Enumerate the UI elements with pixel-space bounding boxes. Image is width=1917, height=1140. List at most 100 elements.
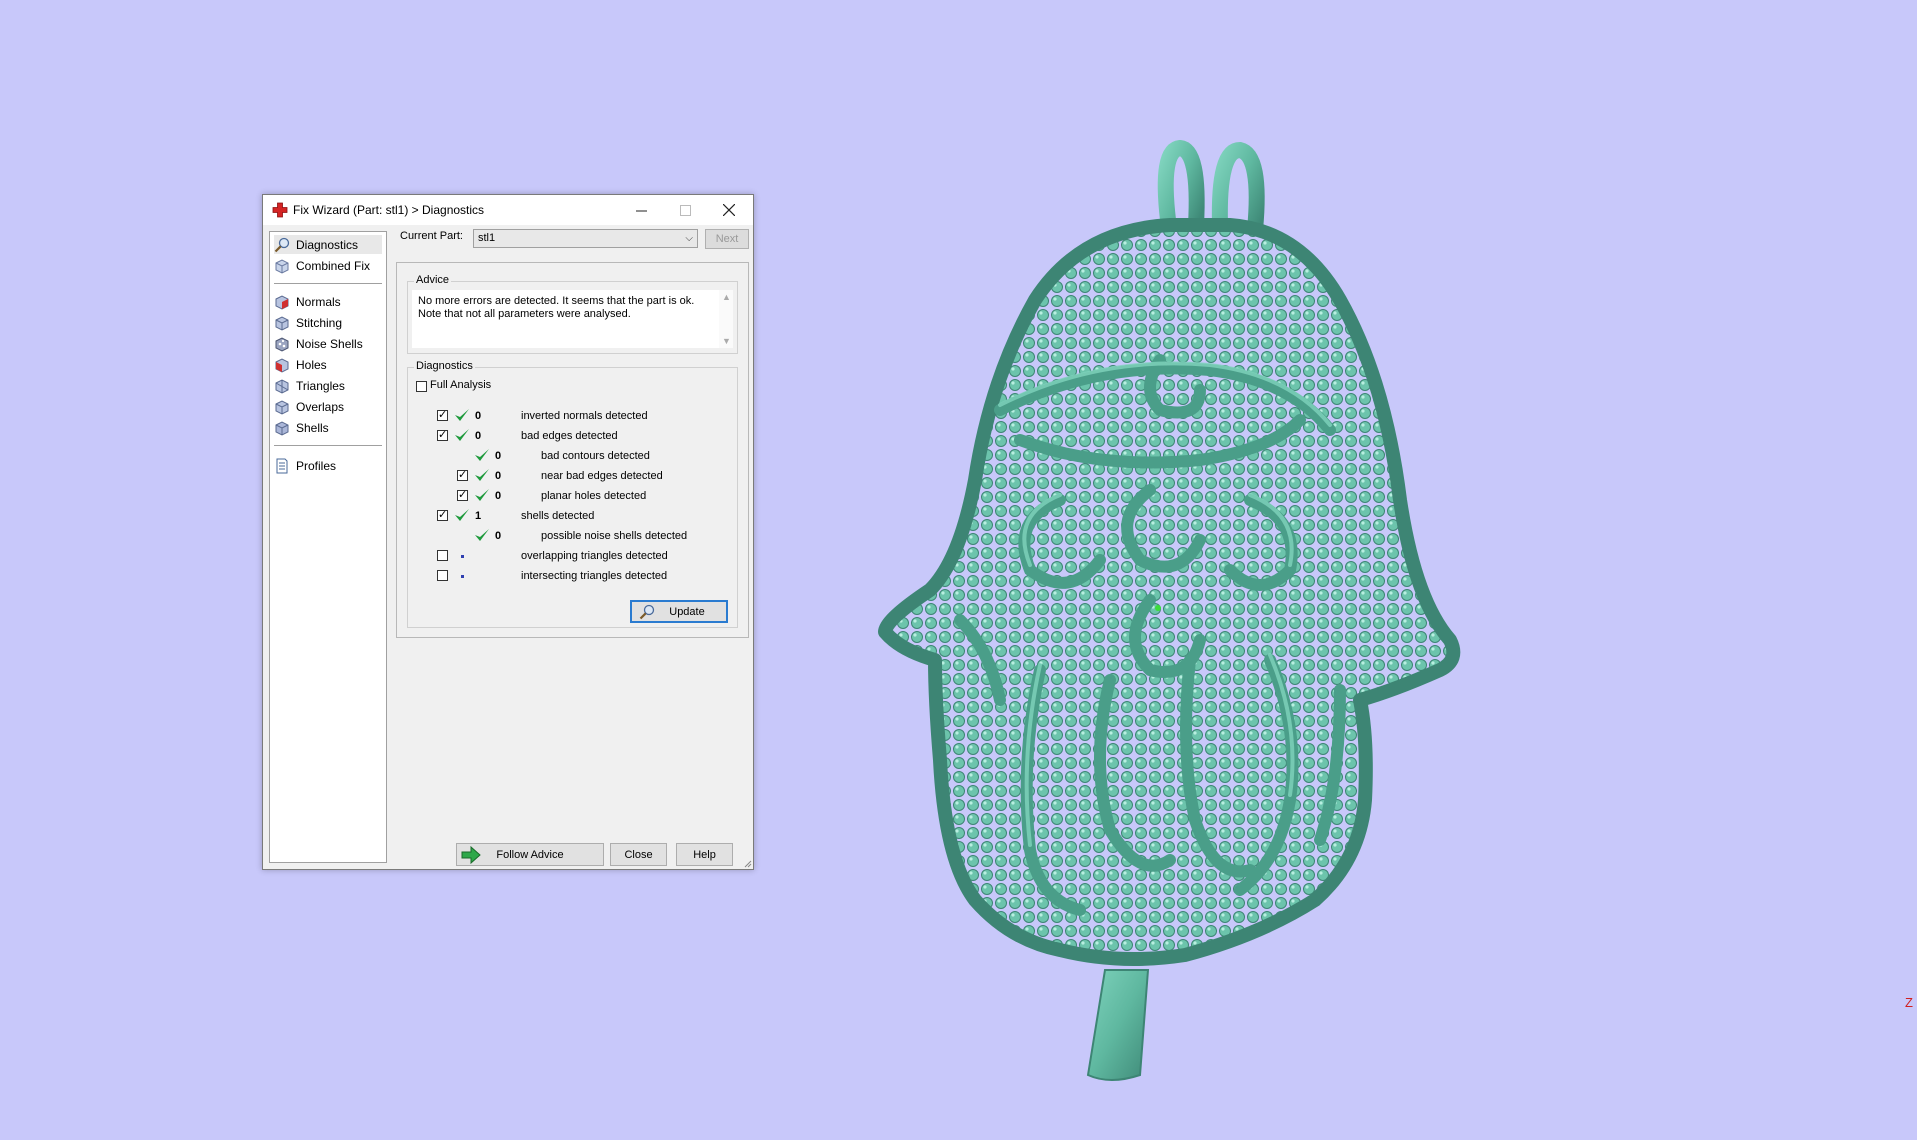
nav-item-holes[interactable]: Holes	[274, 355, 327, 374]
maximize-button[interactable]	[663, 195, 707, 225]
maximize-icon	[679, 204, 691, 216]
nav-label: Overlaps	[296, 399, 345, 414]
nav-item-stitching[interactable]: Stitching	[274, 313, 342, 332]
nav-label: Triangles	[296, 378, 345, 393]
planar-holes-checkbox[interactable]	[457, 488, 468, 501]
hamsa-pendant-model[interactable]	[878, 139, 1461, 1081]
intersecting-triangles-checkbox[interactable]	[437, 570, 448, 581]
cube-icon	[275, 258, 289, 274]
triangles-cube-icon	[275, 378, 289, 394]
nav-item-combined-fix[interactable]: Combined Fix	[274, 256, 370, 275]
nav-item-profiles[interactable]: Profiles	[274, 456, 336, 475]
title-bar[interactable]: Fix Wizard (Part: stl1) > Diagnostics	[263, 195, 753, 225]
full-analysis-label: Full Analysis	[430, 379, 492, 391]
nav-item-noise-shells[interactable]: Noise Shells	[274, 334, 363, 353]
nav-label: Shells	[296, 420, 329, 435]
nav-separator	[274, 283, 382, 284]
scroll-up-icon: ▲	[722, 292, 731, 302]
close-window-button[interactable]	[707, 195, 751, 225]
update-button[interactable]: Update	[630, 600, 728, 623]
nav-item-normals[interactable]: Normals	[274, 292, 341, 311]
inverted-normals-label: inverted normals detected	[521, 410, 648, 422]
noise-shells-count: 0	[495, 530, 502, 542]
fix-wizard-dialog: Fix Wizard (Part: stl1) > Diagnostics Di…	[262, 194, 754, 870]
noise-shells-label: possible noise shells detected	[541, 530, 688, 542]
bad-edges-count: 0	[475, 430, 482, 442]
overlapping-triangles-label: overlapping triangles detected	[521, 550, 668, 562]
advice-title: Advice	[414, 274, 452, 286]
near-bad-edges-count: 0	[495, 470, 502, 482]
intersecting-triangles-label: intersecting triangles detected	[521, 570, 668, 582]
current-part-value: stl1	[478, 232, 496, 244]
green-check-icon	[475, 529, 489, 541]
nav-label: Diagnostics	[296, 237, 359, 252]
shells-checkbox[interactable]	[437, 508, 448, 521]
stitching-cube-icon	[275, 315, 289, 331]
update-label: Update	[669, 605, 705, 618]
minimize-icon	[635, 210, 647, 211]
shells-count: 1	[475, 510, 482, 522]
nav-separator	[274, 445, 382, 446]
minimize-button[interactable]	[619, 195, 663, 225]
nav-item-triangles[interactable]: Triangles	[274, 376, 345, 395]
nav-label: Noise Shells	[296, 336, 363, 351]
near-bad-edges-label: near bad edges detected	[541, 470, 663, 482]
nav-item-diagnostics[interactable]: Diagnostics	[274, 235, 382, 254]
magnifier-icon	[274, 237, 290, 252]
inverted-normals-count: 0	[475, 410, 482, 422]
nav-label: Profiles	[296, 458, 337, 473]
full-analysis-checkbox[interactable]	[416, 381, 427, 392]
planar-holes-count: 0	[495, 490, 502, 502]
nav-label: Holes	[296, 357, 327, 372]
close-button[interactable]: Close	[610, 843, 667, 866]
bad-contours-label: bad contours detected	[541, 450, 650, 462]
shells-label: shells detected	[521, 510, 595, 522]
diagnostics-group: Diagnostics Full Analysis 0 inverted nor…	[407, 360, 738, 628]
resize-grip-icon[interactable]	[742, 858, 752, 868]
not-analysed-dot-icon	[461, 555, 464, 558]
diagnostics-panel: Advice No more errors are detected. It s…	[396, 262, 749, 638]
advice-scrollbar[interactable]: ▲ ▼	[719, 290, 733, 348]
nav-label: Stitching	[296, 315, 343, 330]
green-check-icon	[455, 409, 469, 421]
advice-text: No more errors are detected. It seems th…	[418, 295, 695, 320]
shells-cube-icon	[275, 420, 289, 436]
bad-contours-count: 0	[495, 450, 502, 462]
nav-label: Combined Fix	[296, 258, 371, 273]
diagnostics-title: Diagnostics	[414, 360, 475, 372]
scroll-down-icon: ▼	[722, 336, 731, 346]
nav-item-overlaps[interactable]: Overlaps	[274, 397, 344, 416]
bad-edges-checkbox[interactable]	[437, 428, 448, 441]
next-button[interactable]: Next	[705, 229, 749, 249]
red-cross-icon	[272, 202, 288, 218]
follow-advice-label: Follow Advice	[496, 848, 564, 861]
green-check-icon	[475, 469, 489, 481]
current-part-label: Current Part:	[400, 230, 463, 242]
dialog-title: Fix Wizard (Part: stl1) > Diagnostics	[293, 203, 485, 217]
wizard-nav-panel: Diagnostics Combined Fix Normals Stitchi…	[269, 231, 387, 863]
inverted-normals-checkbox[interactable]	[437, 408, 448, 421]
green-check-icon	[475, 489, 489, 501]
overlaps-cube-icon	[275, 399, 289, 415]
holes-cube-icon	[275, 357, 289, 373]
planar-holes-label: planar holes detected	[541, 490, 647, 502]
nav-item-shells[interactable]: Shells	[274, 418, 329, 437]
current-part-select[interactable]: stl1 ⌵	[473, 229, 698, 248]
near-bad-edges-checkbox[interactable]	[457, 468, 468, 481]
chevron-down-icon: ⌵	[685, 233, 693, 244]
green-check-icon	[455, 509, 469, 521]
overlapping-triangles-checkbox[interactable]	[437, 550, 448, 561]
advice-group: Advice No more errors are detected. It s…	[407, 274, 738, 354]
follow-advice-button[interactable]: Follow Advice	[456, 843, 604, 866]
noise-shells-icon	[275, 336, 289, 352]
green-arrow-icon	[461, 846, 481, 864]
nav-label: Normals	[296, 294, 341, 309]
advice-textbox[interactable]: No more errors are detected. It seems th…	[412, 290, 733, 348]
normals-cube-icon	[275, 294, 289, 310]
not-analysed-dot-icon	[461, 575, 464, 578]
document-icon	[276, 458, 288, 473]
help-button[interactable]: Help	[676, 843, 733, 866]
green-check-icon	[475, 449, 489, 461]
magnifier-icon	[639, 604, 655, 619]
bad-edges-label: bad edges detected	[521, 430, 618, 442]
